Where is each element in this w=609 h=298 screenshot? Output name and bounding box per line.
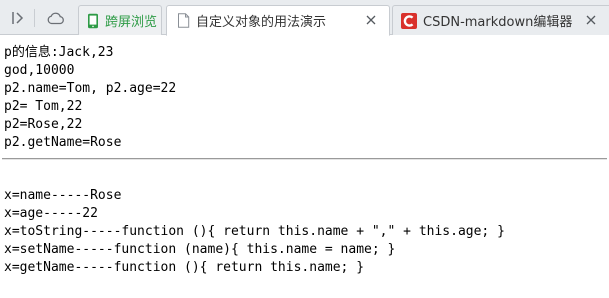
output-line: x=getName-----function (){ return this.n… [4,260,365,275]
sidebar-toggle-button[interactable] [6,6,30,30]
page-icon [178,13,190,28]
cloud-sync-button[interactable] [44,6,68,30]
output-line: p2.getName=Rose [4,135,122,150]
tab-label: CSDN-markdown编辑器 [423,15,573,30]
output-line: p2= Tom,22 [4,99,83,114]
tab-csdn-editor[interactable]: CSDN-markdown编辑器 [392,5,609,35]
close-tab-button[interactable] [363,12,379,28]
output-line: god,10000 [4,63,75,78]
phone-icon [88,13,98,28]
close-icon [586,15,596,25]
csdn-logo-icon [401,12,417,29]
output-line: x=name-----Rose [4,188,122,203]
output-line: p2=Rose,22 [4,117,83,132]
close-icon [366,15,376,25]
page-content: p的信息:Jack,23 god,10000 p2.name=Tom, p2.a… [0,36,609,298]
tab-label: 跨屏浏览 [105,15,158,30]
output-line: p的信息:Jack,23 [4,45,114,60]
sidebar-toggle-icon [12,12,24,24]
tab-active-page[interactable]: 自定义对象的用法演示 [166,5,390,36]
tab-cross-screen[interactable]: 跨屏浏览 [78,5,162,35]
horizontal-rule [2,158,607,160]
close-tab-button[interactable] [583,12,599,28]
tab-label: 自定义对象的用法演示 [196,15,327,30]
toolbar-divider [34,9,35,27]
cloud-icon [47,12,64,25]
browser-tab-strip: 跨屏浏览 自定义对象的用法演示 CSDN-markdown编辑器 [0,0,609,36]
output-line: p2.name=Tom, p2.age=22 [4,81,177,96]
output-line: x=setName-----function (name){ this.name… [4,242,396,257]
output-line: x=age-----22 [4,206,98,221]
output-line: x=toString-----function (){ return this.… [4,224,505,239]
